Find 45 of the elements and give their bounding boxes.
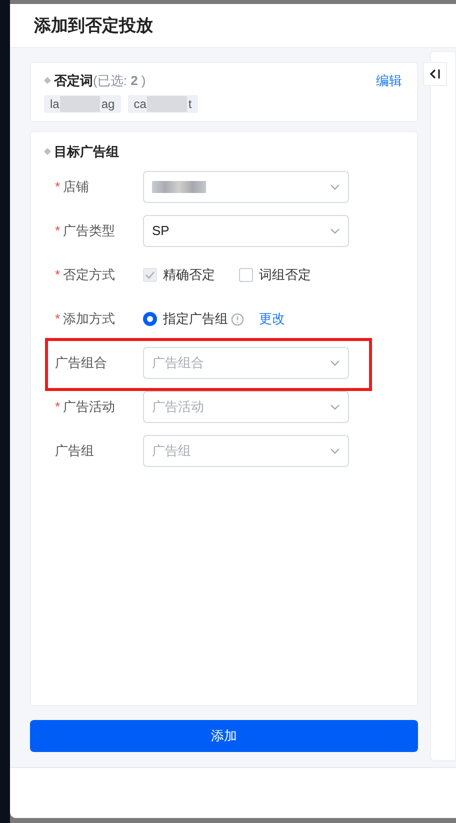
diamond-icon <box>44 77 51 84</box>
collapse-icon <box>429 68 441 80</box>
field-label: 否定方式 <box>63 266 116 284</box>
field-label: 广告组合 <box>55 354 107 372</box>
field-label: 广告类型 <box>63 222 116 240</box>
modal-title: 添加到否定投放 <box>34 14 153 37</box>
required-mark: * <box>55 178 60 196</box>
select-placeholder: 广告活动 <box>152 398 204 416</box>
required-mark: * <box>55 266 60 284</box>
section-title: 否定词 <box>54 72 93 90</box>
field-label: 添加方式 <box>63 310 116 328</box>
chevron-down-icon <box>330 184 340 190</box>
required-mark: * <box>55 310 60 328</box>
field-label: 广告组 <box>55 442 94 460</box>
add-button[interactable]: 添加 <box>30 720 418 752</box>
change-link[interactable]: 更改 <box>259 309 285 329</box>
checkbox[interactable] <box>239 268 253 282</box>
required-mark: * <box>55 222 60 240</box>
keyword-tag: la ag <box>44 94 121 112</box>
selected-count: (已选: 2 ) <box>93 72 146 90</box>
checkbox-label: 词组否定 <box>259 266 311 284</box>
collapse-button[interactable] <box>423 62 447 86</box>
select-placeholder: 广告组合 <box>152 354 204 372</box>
field-label: 广告活动 <box>63 398 116 416</box>
chevron-down-icon <box>330 228 340 234</box>
edit-link[interactable]: 编辑 <box>376 71 402 90</box>
chevron-down-icon <box>330 360 340 366</box>
field-label: 店铺 <box>63 178 90 196</box>
radio-label: 指定广告组 <box>163 310 228 328</box>
chevron-down-icon <box>330 404 340 410</box>
select-field[interactable]: SP <box>143 215 349 247</box>
select-placeholder: 广告组 <box>152 442 191 460</box>
select-value: SP <box>152 222 170 240</box>
radio-button[interactable] <box>143 312 157 326</box>
section-title: 目标广告组 <box>54 142 119 160</box>
chevron-down-icon <box>330 448 340 454</box>
select-field[interactable]: 广告组合 <box>143 347 349 379</box>
keyword-tag: ca t <box>128 94 198 112</box>
select-field[interactable]: 广告活动 <box>143 391 349 423</box>
diamond-icon <box>44 148 51 155</box>
checkbox-label: 精确否定 <box>163 266 215 284</box>
info-icon <box>231 312 244 326</box>
select-field[interactable] <box>143 171 349 203</box>
required-mark: * <box>55 398 60 416</box>
select-field[interactable]: 广告组 <box>143 435 349 467</box>
